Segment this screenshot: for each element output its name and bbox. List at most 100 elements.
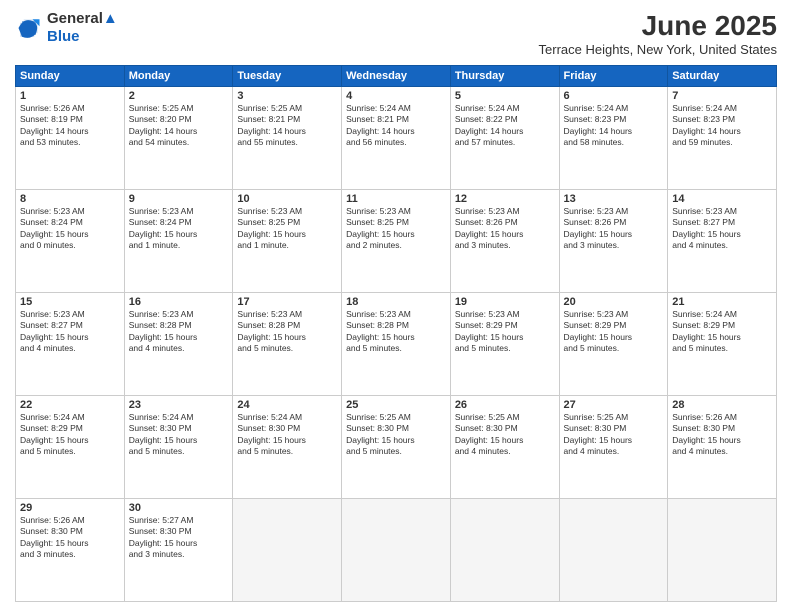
calendar-day-cell: 18Sunrise: 5:23 AM Sunset: 8:28 PM Dayli… (342, 293, 451, 396)
calendar-header-cell: Friday (559, 66, 668, 87)
day-info: Sunrise: 5:23 AM Sunset: 8:29 PM Dayligh… (455, 309, 555, 355)
day-info: Sunrise: 5:24 AM Sunset: 8:22 PM Dayligh… (455, 103, 555, 149)
day-number: 19 (455, 296, 555, 308)
location-title: Terrace Heights, New York, United States (539, 42, 777, 57)
calendar-day-cell: 25Sunrise: 5:25 AM Sunset: 8:30 PM Dayli… (342, 396, 451, 499)
day-info: Sunrise: 5:24 AM Sunset: 8:30 PM Dayligh… (237, 412, 337, 458)
day-info: Sunrise: 5:24 AM Sunset: 8:21 PM Dayligh… (346, 103, 446, 149)
logo: General▲ Blue (15, 10, 118, 46)
calendar-day-cell (559, 499, 668, 602)
calendar-table: SundayMondayTuesdayWednesdayThursdayFrid… (15, 65, 777, 602)
day-number: 7 (672, 90, 772, 102)
day-info: Sunrise: 5:23 AM Sunset: 8:25 PM Dayligh… (346, 206, 446, 252)
calendar-day-cell: 27Sunrise: 5:25 AM Sunset: 8:30 PM Dayli… (559, 396, 668, 499)
day-number: 5 (455, 90, 555, 102)
day-number: 25 (346, 399, 446, 411)
calendar-day-cell: 16Sunrise: 5:23 AM Sunset: 8:28 PM Dayli… (124, 293, 233, 396)
day-info: Sunrise: 5:23 AM Sunset: 8:28 PM Dayligh… (237, 309, 337, 355)
logo-icon (15, 14, 43, 42)
day-number: 13 (564, 193, 664, 205)
day-info: Sunrise: 5:23 AM Sunset: 8:29 PM Dayligh… (564, 309, 664, 355)
calendar-day-cell: 9Sunrise: 5:23 AM Sunset: 8:24 PM Daylig… (124, 190, 233, 293)
day-number: 12 (455, 193, 555, 205)
calendar-header-cell: Wednesday (342, 66, 451, 87)
calendar-day-cell: 17Sunrise: 5:23 AM Sunset: 8:28 PM Dayli… (233, 293, 342, 396)
day-info: Sunrise: 5:24 AM Sunset: 8:29 PM Dayligh… (20, 412, 120, 458)
calendar-day-cell: 6Sunrise: 5:24 AM Sunset: 8:23 PM Daylig… (559, 87, 668, 190)
calendar-day-cell: 5Sunrise: 5:24 AM Sunset: 8:22 PM Daylig… (450, 87, 559, 190)
calendar-header-cell: Monday (124, 66, 233, 87)
day-number: 23 (129, 399, 229, 411)
calendar-day-cell: 2Sunrise: 5:25 AM Sunset: 8:20 PM Daylig… (124, 87, 233, 190)
day-info: Sunrise: 5:23 AM Sunset: 8:27 PM Dayligh… (672, 206, 772, 252)
calendar-week-row: 8Sunrise: 5:23 AM Sunset: 8:24 PM Daylig… (16, 190, 777, 293)
title-block: June 2025 Terrace Heights, New York, Uni… (539, 10, 777, 57)
day-info: Sunrise: 5:25 AM Sunset: 8:30 PM Dayligh… (455, 412, 555, 458)
day-info: Sunrise: 5:24 AM Sunset: 8:23 PM Dayligh… (564, 103, 664, 149)
day-info: Sunrise: 5:25 AM Sunset: 8:30 PM Dayligh… (564, 412, 664, 458)
calendar-day-cell (233, 499, 342, 602)
day-info: Sunrise: 5:25 AM Sunset: 8:30 PM Dayligh… (346, 412, 446, 458)
day-info: Sunrise: 5:23 AM Sunset: 8:26 PM Dayligh… (564, 206, 664, 252)
day-info: Sunrise: 5:26 AM Sunset: 8:30 PM Dayligh… (672, 412, 772, 458)
calendar-week-row: 1Sunrise: 5:26 AM Sunset: 8:19 PM Daylig… (16, 87, 777, 190)
day-info: Sunrise: 5:23 AM Sunset: 8:24 PM Dayligh… (129, 206, 229, 252)
calendar-day-cell: 15Sunrise: 5:23 AM Sunset: 8:27 PM Dayli… (16, 293, 125, 396)
day-number: 3 (237, 90, 337, 102)
day-number: 30 (129, 502, 229, 514)
day-info: Sunrise: 5:24 AM Sunset: 8:30 PM Dayligh… (129, 412, 229, 458)
day-info: Sunrise: 5:23 AM Sunset: 8:25 PM Dayligh… (237, 206, 337, 252)
calendar-day-cell: 26Sunrise: 5:25 AM Sunset: 8:30 PM Dayli… (450, 396, 559, 499)
day-info: Sunrise: 5:23 AM Sunset: 8:27 PM Dayligh… (20, 309, 120, 355)
logo-text: General▲ Blue (47, 10, 118, 46)
day-number: 10 (237, 193, 337, 205)
calendar-header-row: SundayMondayTuesdayWednesdayThursdayFrid… (16, 66, 777, 87)
calendar-day-cell: 28Sunrise: 5:26 AM Sunset: 8:30 PM Dayli… (668, 396, 777, 499)
day-info: Sunrise: 5:25 AM Sunset: 8:21 PM Dayligh… (237, 103, 337, 149)
day-info: Sunrise: 5:24 AM Sunset: 8:23 PM Dayligh… (672, 103, 772, 149)
calendar-day-cell: 21Sunrise: 5:24 AM Sunset: 8:29 PM Dayli… (668, 293, 777, 396)
header: General▲ Blue June 2025 Terrace Heights,… (15, 10, 777, 57)
calendar-body: 1Sunrise: 5:26 AM Sunset: 8:19 PM Daylig… (16, 87, 777, 602)
calendar-day-cell: 11Sunrise: 5:23 AM Sunset: 8:25 PM Dayli… (342, 190, 451, 293)
day-number: 16 (129, 296, 229, 308)
day-info: Sunrise: 5:23 AM Sunset: 8:28 PM Dayligh… (346, 309, 446, 355)
calendar-header-cell: Thursday (450, 66, 559, 87)
day-info: Sunrise: 5:26 AM Sunset: 8:30 PM Dayligh… (20, 515, 120, 561)
calendar-header-cell: Tuesday (233, 66, 342, 87)
day-info: Sunrise: 5:23 AM Sunset: 8:28 PM Dayligh… (129, 309, 229, 355)
day-number: 4 (346, 90, 446, 102)
calendar-day-cell: 20Sunrise: 5:23 AM Sunset: 8:29 PM Dayli… (559, 293, 668, 396)
day-number: 22 (20, 399, 120, 411)
day-number: 17 (237, 296, 337, 308)
day-info: Sunrise: 5:27 AM Sunset: 8:30 PM Dayligh… (129, 515, 229, 561)
calendar-day-cell: 7Sunrise: 5:24 AM Sunset: 8:23 PM Daylig… (668, 87, 777, 190)
day-number: 6 (564, 90, 664, 102)
calendar-day-cell: 8Sunrise: 5:23 AM Sunset: 8:24 PM Daylig… (16, 190, 125, 293)
day-number: 26 (455, 399, 555, 411)
calendar-header-cell: Sunday (16, 66, 125, 87)
month-title: June 2025 (539, 10, 777, 42)
day-number: 24 (237, 399, 337, 411)
calendar-header-cell: Saturday (668, 66, 777, 87)
day-info: Sunrise: 5:24 AM Sunset: 8:29 PM Dayligh… (672, 309, 772, 355)
calendar-week-row: 22Sunrise: 5:24 AM Sunset: 8:29 PM Dayli… (16, 396, 777, 499)
calendar-day-cell: 3Sunrise: 5:25 AM Sunset: 8:21 PM Daylig… (233, 87, 342, 190)
day-number: 11 (346, 193, 446, 205)
day-number: 2 (129, 90, 229, 102)
day-number: 28 (672, 399, 772, 411)
day-number: 1 (20, 90, 120, 102)
day-info: Sunrise: 5:25 AM Sunset: 8:20 PM Dayligh… (129, 103, 229, 149)
day-info: Sunrise: 5:26 AM Sunset: 8:19 PM Dayligh… (20, 103, 120, 149)
calendar-day-cell: 1Sunrise: 5:26 AM Sunset: 8:19 PM Daylig… (16, 87, 125, 190)
calendar-day-cell: 19Sunrise: 5:23 AM Sunset: 8:29 PM Dayli… (450, 293, 559, 396)
day-number: 20 (564, 296, 664, 308)
page: General▲ Blue June 2025 Terrace Heights,… (0, 0, 792, 612)
day-number: 15 (20, 296, 120, 308)
calendar-day-cell (342, 499, 451, 602)
calendar-week-row: 29Sunrise: 5:26 AM Sunset: 8:30 PM Dayli… (16, 499, 777, 602)
calendar-day-cell: 24Sunrise: 5:24 AM Sunset: 8:30 PM Dayli… (233, 396, 342, 499)
calendar-day-cell: 14Sunrise: 5:23 AM Sunset: 8:27 PM Dayli… (668, 190, 777, 293)
calendar-day-cell: 4Sunrise: 5:24 AM Sunset: 8:21 PM Daylig… (342, 87, 451, 190)
calendar-day-cell: 23Sunrise: 5:24 AM Sunset: 8:30 PM Dayli… (124, 396, 233, 499)
